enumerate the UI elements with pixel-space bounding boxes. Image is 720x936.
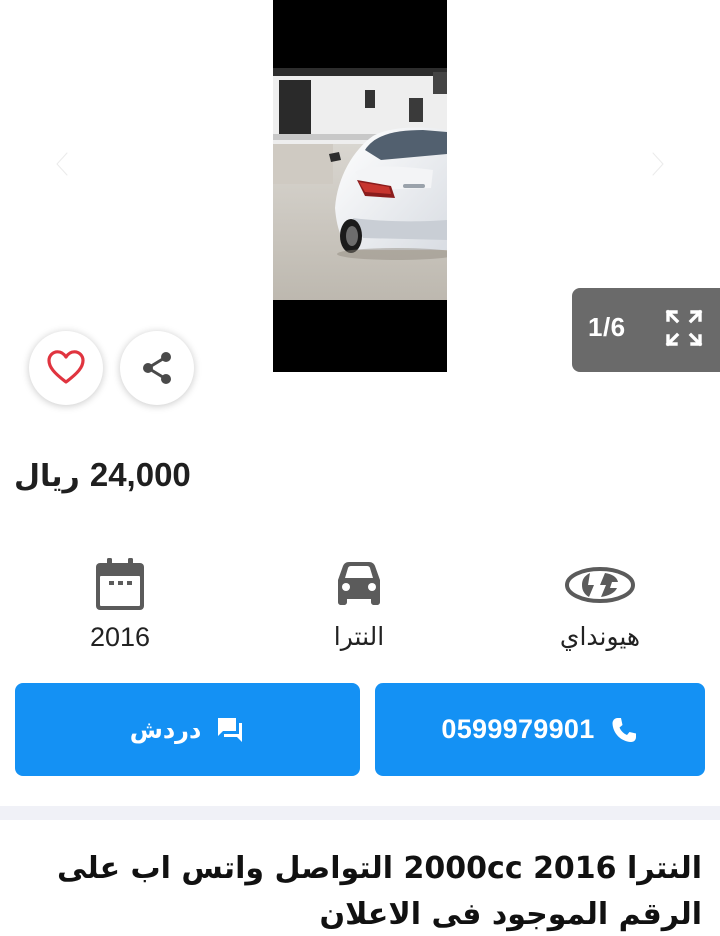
- hyundai-logo-icon: [565, 567, 635, 603]
- phone-icon: [612, 717, 636, 742]
- expand-icon: [665, 309, 703, 347]
- chevron-left-icon: [54, 150, 70, 178]
- spec-model-value: النترا: [333, 622, 385, 651]
- share-button[interactable]: [120, 331, 194, 405]
- section-divider: [0, 806, 720, 820]
- spec-year: 2016: [20, 556, 220, 653]
- call-button[interactable]: 0599979901: [375, 683, 705, 776]
- share-icon: [143, 352, 171, 384]
- listing-description: النترا 2016 2000cc التواصل واتس اب على ا…: [56, 851, 702, 932]
- favorite-button[interactable]: [29, 331, 103, 405]
- car-photo-image: [273, 68, 447, 300]
- image-counter: 1/6: [588, 312, 626, 342]
- car-photo[interactable]: [273, 0, 447, 372]
- chevron-right-icon: [650, 150, 666, 178]
- chat-button[interactable]: دردش: [15, 683, 360, 776]
- heart-icon: [47, 350, 85, 384]
- spec-model: النترا: [259, 556, 459, 651]
- car-icon: [338, 562, 380, 605]
- price-currency: ريال: [14, 459, 80, 494]
- listing-page: 1/6 ريال 24,000 2016 النترا هيونداي دردش…: [0, 0, 720, 936]
- spec-year-value: 2016: [89, 622, 151, 652]
- chat-button-label: دردش: [129, 715, 202, 744]
- image-gallery[interactable]: 1/6: [0, 0, 720, 420]
- calendar-icon: [96, 558, 144, 610]
- image-counter-fullscreen-button[interactable]: 1/6: [572, 288, 720, 372]
- previous-image-button[interactable]: [48, 146, 76, 182]
- price: ريال 24,000: [14, 456, 191, 506]
- phone-number: 0599979901: [441, 714, 595, 744]
- next-image-button[interactable]: [644, 146, 672, 182]
- price-value: 24,000: [89, 456, 191, 493]
- chat-icon: [218, 717, 243, 742]
- spec-brand-value: هيونداي: [559, 622, 641, 651]
- spec-brand: هيونداي: [500, 556, 700, 651]
